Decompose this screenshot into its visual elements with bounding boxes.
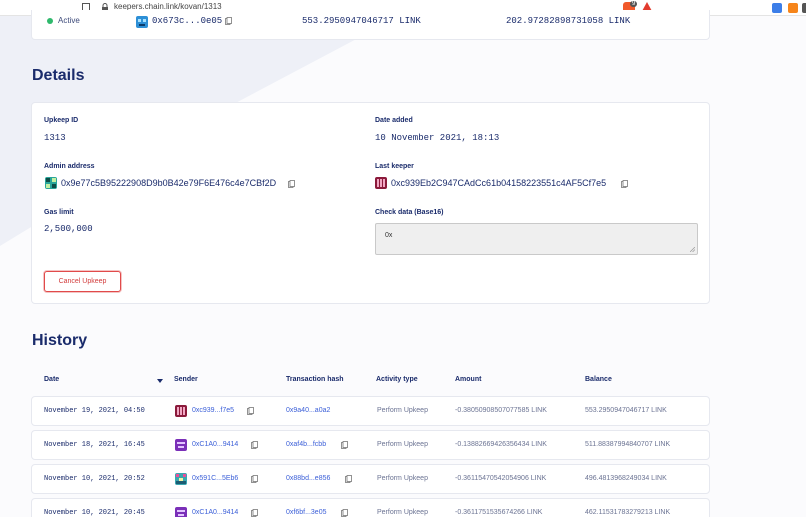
- resize-grip-icon[interactable]: [690, 247, 695, 252]
- row-sender-link[interactable]: 0xC1A0...9414: [192, 441, 238, 448]
- row-date: November 10, 2021, 20:45: [44, 509, 145, 517]
- row-sender-link[interactable]: 0xC1A0...9414: [192, 509, 238, 516]
- copy-icon[interactable]: [225, 17, 232, 25]
- admin-address-label: Admin address: [44, 163, 95, 170]
- copy-icon[interactable]: [251, 509, 258, 517]
- translate-extension-icon[interactable]: [772, 3, 782, 13]
- row-date: November 10, 2021, 20:52: [44, 475, 145, 483]
- copy-icon[interactable]: [621, 180, 628, 188]
- details-heading: Details: [32, 67, 85, 84]
- registration-summary-row: Active 0x673c...0e05 553.2950947046717 L…: [31, 10, 710, 40]
- copy-icon[interactable]: [251, 475, 258, 483]
- table-row: November 10, 2021, 20:45 0xC1A0...9414 0…: [31, 498, 710, 517]
- row-activity: Perform Upkeep: [377, 441, 428, 448]
- sender-avatar-icon: [175, 507, 187, 517]
- history-heading: History: [32, 332, 88, 349]
- keeper-avatar-icon: [375, 177, 387, 189]
- activity-column-header: Activity type: [376, 376, 418, 383]
- row-amount: -0.3611751535674266 LINK: [455, 509, 543, 516]
- table-row: November 10, 2021, 20:52 0x591C...5Eb6 0…: [31, 464, 710, 494]
- sender-avatar-icon: [175, 405, 187, 417]
- date-added-label: Date added: [375, 117, 413, 124]
- tx-hash-column-header: Transaction hash: [286, 376, 344, 383]
- gas-limit-value: 2,500,000: [44, 224, 93, 234]
- row-activity: Perform Upkeep: [377, 509, 428, 516]
- amount-column-header: Amount: [455, 376, 482, 383]
- row-balance: 462.11531783279213 LINK: [585, 509, 671, 516]
- row-tx-link[interactable]: 0xaf4b...fcbb: [286, 441, 326, 448]
- sender-avatar-icon: [175, 473, 187, 485]
- row-activity: Perform Upkeep: [377, 407, 428, 414]
- metamask-extension-icon[interactable]: [788, 3, 798, 13]
- sender-avatar-icon: [175, 439, 187, 451]
- copy-icon[interactable]: [288, 180, 295, 188]
- admin-avatar-icon: [45, 177, 57, 189]
- status-label: Active: [58, 16, 80, 25]
- check-data-value: 0x: [385, 232, 393, 239]
- balance-amount: 553.2950947046717 LINK: [302, 16, 421, 26]
- address-link[interactable]: 0x673c...0e05: [152, 16, 222, 26]
- balance-column-header: Balance: [585, 376, 612, 383]
- copy-icon[interactable]: [247, 407, 254, 415]
- check-data-textarea[interactable]: 0x: [375, 223, 698, 255]
- active-status-dot: [47, 18, 53, 24]
- row-balance: 511.88387994840707 LINK: [585, 441, 671, 448]
- upkeep-id-label: Upkeep ID: [44, 117, 79, 124]
- min-balance-amount: 202.97282898731058 LINK: [506, 16, 631, 26]
- last-keeper-value[interactable]: 0xc939Eb2C947CAdCc61b04158223551c4AF5Cf7…: [391, 178, 606, 188]
- row-tx-link[interactable]: 0xf6bf...3e05: [286, 509, 326, 516]
- row-amount: -0.36115470542054906 LINK: [455, 475, 547, 482]
- row-balance: 496.4813968249034 LINK: [585, 475, 667, 482]
- last-keeper-label: Last keeper: [375, 163, 414, 170]
- row-tx-link[interactable]: 0x9a40...a0a2: [286, 407, 330, 414]
- copy-icon[interactable]: [341, 441, 348, 449]
- date-column-header[interactable]: Date: [44, 376, 59, 383]
- table-row: November 19, 2021, 04:50 0xc939...f7e5 0…: [31, 396, 710, 426]
- row-amount: -0.13882669426356434 LINK: [455, 441, 547, 448]
- copy-icon[interactable]: [251, 441, 258, 449]
- row-sender-link[interactable]: 0x591C...5Eb6: [192, 475, 238, 482]
- details-card: Upkeep ID 1313 Date added 10 November 20…: [31, 102, 710, 304]
- date-added-value: 10 November 2021, 18:13: [375, 133, 500, 143]
- row-tx-link[interactable]: 0x88bd...e856: [286, 475, 330, 482]
- upkeep-id-value: 1313: [44, 133, 66, 143]
- admin-address-value[interactable]: 0x9e77c5B95222908D9b0B42e79F6E476c4e7CBf…: [61, 178, 276, 188]
- copy-icon[interactable]: [345, 475, 352, 483]
- brave-shield-count: 9: [630, 1, 638, 7]
- row-balance: 553.2950947046717 LINK: [585, 407, 667, 414]
- address-avatar-icon: [136, 16, 148, 28]
- cancel-upkeep-button[interactable]: Cancel Upkeep: [44, 271, 121, 292]
- row-sender-link[interactable]: 0xc939...f7e5: [192, 407, 234, 414]
- copy-icon[interactable]: [341, 509, 348, 517]
- extension-icon[interactable]: [802, 3, 806, 13]
- row-date: November 19, 2021, 04:50: [44, 407, 145, 415]
- check-data-label: Check data (Base16): [375, 209, 444, 216]
- row-date: November 18, 2021, 16:45: [44, 441, 145, 449]
- sender-column-header: Sender: [174, 376, 198, 383]
- row-activity: Perform Upkeep: [377, 475, 428, 482]
- row-amount: -0.38050908507077585 LINK: [455, 407, 547, 414]
- table-row: November 18, 2021, 16:45 0xC1A0...9414 0…: [31, 430, 710, 460]
- sort-desc-icon[interactable]: [157, 379, 163, 383]
- gas-limit-label: Gas limit: [44, 209, 74, 216]
